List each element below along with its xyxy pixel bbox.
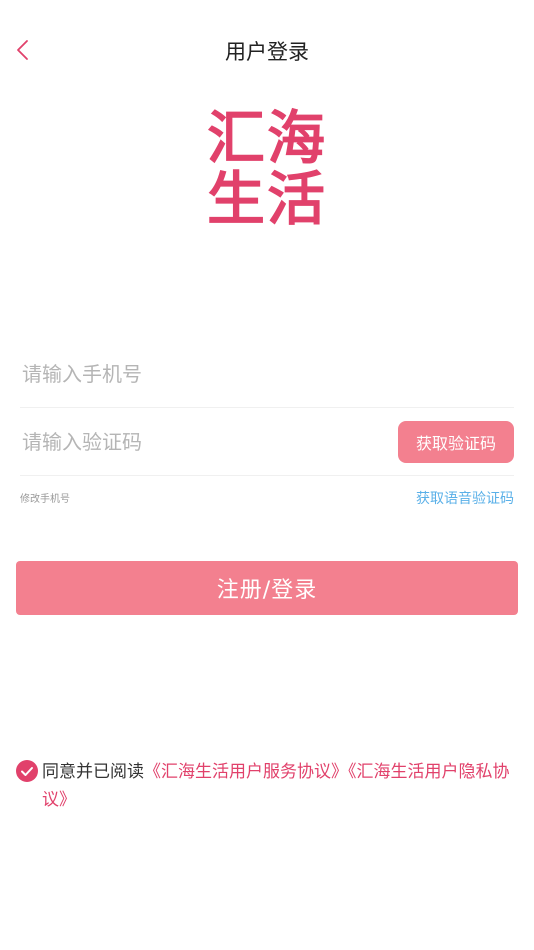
agreement-text: 同意并已阅读《汇海生活用户服务协议》《汇海生活用户隐私协议》 (42, 758, 516, 814)
phone-input[interactable] (22, 340, 382, 408)
change-phone-link[interactable]: 修改手机号 (20, 490, 70, 505)
code-field-row: 获取验证码 (20, 408, 514, 476)
page-title: 用户登录 (225, 40, 309, 64)
logo-line-1: 汇海 (206, 104, 327, 172)
register-login-button[interactable]: 注册/登录 (16, 561, 518, 615)
agreement-checkbox[interactable] (16, 760, 38, 782)
voice-code-link[interactable]: 获取语音验证码 (416, 488, 514, 508)
app-logo: 汇海 生活 (196, 108, 338, 230)
logo-line-2: 生活 (206, 164, 327, 233)
verification-code-input[interactable] (22, 408, 382, 476)
service-agreement-link[interactable]: 《汇海生活用户服务协议》 (144, 762, 348, 782)
check-icon (21, 767, 33, 776)
get-code-button[interactable]: 获取验证码 (398, 421, 514, 463)
agreement-prefix: 同意并已阅读 (42, 762, 144, 782)
phone-field-row (20, 340, 514, 408)
nav-bar: 用户登录 (0, 0, 534, 100)
